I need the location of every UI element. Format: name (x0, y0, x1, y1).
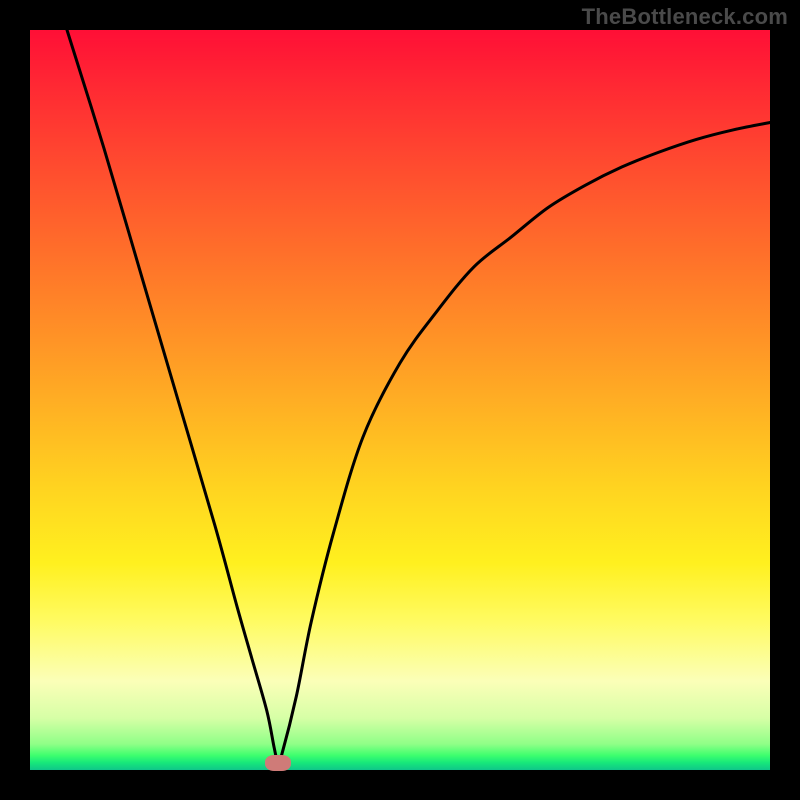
minimum-marker (265, 755, 291, 771)
bottleneck-curve (67, 30, 770, 764)
plot-area (30, 30, 770, 770)
chart-frame: TheBottleneck.com (0, 0, 800, 800)
watermark-text: TheBottleneck.com (582, 4, 788, 30)
curve-svg (30, 30, 770, 770)
